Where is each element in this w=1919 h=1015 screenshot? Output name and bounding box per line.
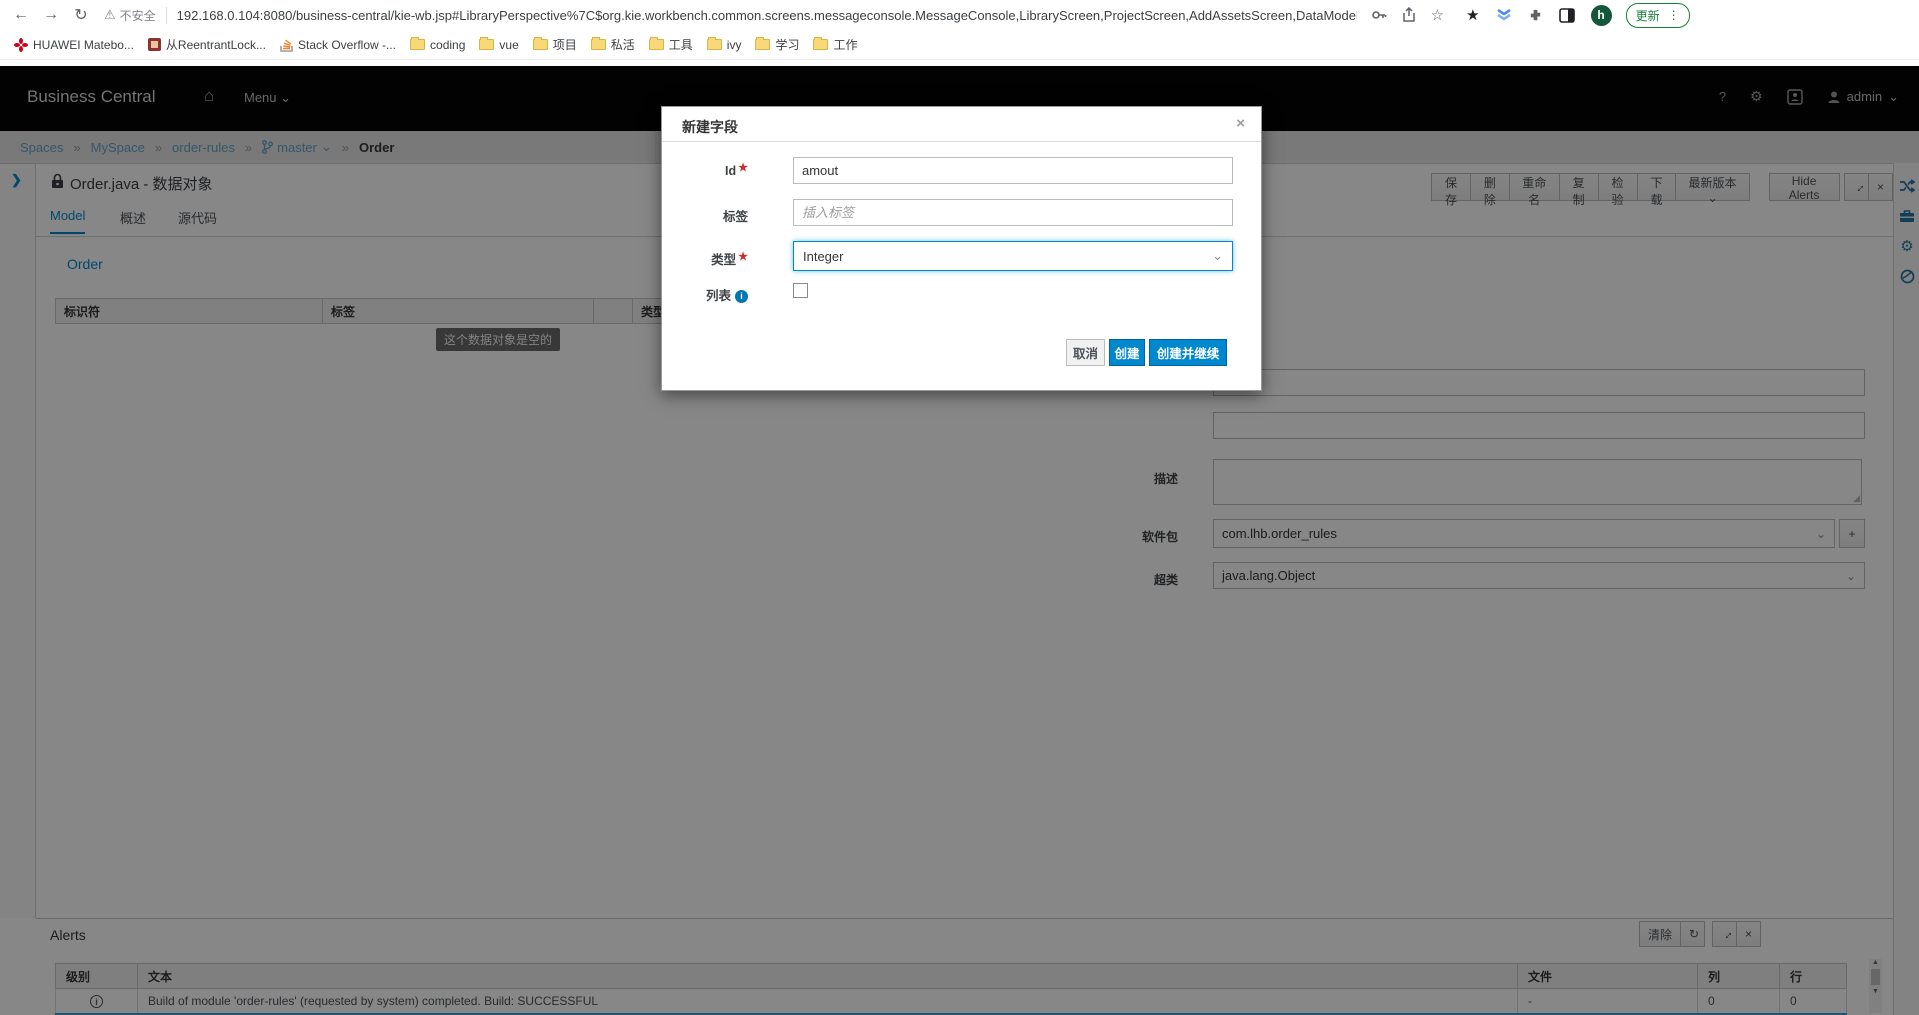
info-icon[interactable]: i: [735, 290, 748, 303]
menu-kebab-icon[interactable]: ⋮: [1668, 8, 1680, 22]
bookmarks-bar: HUAWEI Matebo... 从ReentrantLock... Stack…: [0, 30, 1919, 60]
create-and-continue-button[interactable]: 创建并继续: [1149, 339, 1227, 366]
cancel-button[interactable]: 取消: [1066, 339, 1105, 366]
forward-icon[interactable]: →: [36, 6, 66, 24]
close-icon[interactable]: ×: [1236, 115, 1245, 132]
bookmark-item[interactable]: 工作: [813, 36, 858, 53]
label-label: 标签: [722, 210, 748, 224]
refresh-icon[interactable]: ↻: [66, 5, 96, 25]
bookmark-label: coding: [430, 37, 466, 52]
blue-double-chevron-icon[interactable]: [1496, 8, 1512, 22]
bookmark-item[interactable]: HUAWEI Matebo...: [14, 37, 134, 52]
id-input[interactable]: [793, 157, 1233, 184]
extensions-puzzle-icon[interactable]: [1528, 8, 1543, 23]
stack-overflow-icon: [280, 39, 293, 52]
list-checkbox[interactable]: [793, 283, 808, 298]
create-button[interactable]: 创建: [1109, 339, 1145, 366]
modal-title: 新建字段: [682, 119, 738, 135]
folder-icon: [590, 37, 606, 50]
list-label: 列表 i: [662, 285, 748, 304]
bookmark-item[interactable]: vue: [479, 37, 519, 52]
update-label: 更新: [1635, 8, 1660, 23]
security-label: 不安全: [119, 8, 156, 23]
bookmark-label: 工作: [833, 38, 858, 52]
folder-icon: [479, 37, 495, 50]
folder-icon: [532, 37, 548, 50]
required-star-icon: ★: [738, 251, 748, 263]
required-star-icon: ★: [738, 162, 748, 174]
huawei-flower-icon: [14, 37, 28, 52]
folder-icon: [648, 37, 664, 50]
warning-icon: ⚠: [104, 7, 116, 22]
bookmark-label: vue: [499, 37, 519, 52]
folder-icon: [410, 37, 426, 50]
type-label: 类型 ★: [662, 249, 748, 268]
type-label-text: 类型: [711, 253, 737, 267]
profile-avatar[interactable]: h: [1590, 4, 1612, 26]
side-panel-icon[interactable]: [1558, 7, 1575, 23]
bookmark-item[interactable]: 学习: [755, 36, 799, 53]
browser-toolbar: ← → ↻ ⚠ 不安全 192.168.0.104:8080/business-…: [0, 0, 1919, 30]
modal-header: 新建字段 ×: [662, 107, 1261, 142]
share-icon[interactable]: [1401, 7, 1417, 23]
business-central-app: Business Central ⌂ Menu ⌄ ? ⚙ admin ⌄ Sp…: [0, 66, 1919, 1015]
bookmark-label: Stack Overflow -...: [297, 37, 397, 52]
type-select[interactable]: Integer ⌄: [793, 241, 1233, 271]
url-text[interactable]: 192.168.0.104:8080/business-central/kie-…: [177, 8, 1357, 23]
id-label-text: Id: [725, 164, 737, 178]
red-book-icon: [147, 38, 161, 51]
bookmark-label: 私活: [610, 38, 635, 52]
key-icon[interactable]: [1371, 7, 1387, 23]
bookmark-label: 项目: [552, 38, 577, 52]
list-label-text: 列表: [705, 289, 731, 303]
id-label: Id ★: [662, 162, 748, 178]
bookmark-label: 从ReentrantLock...: [165, 38, 266, 52]
chevron-down-icon: ⌄: [1212, 248, 1223, 263]
bookmark-item[interactable]: coding: [410, 37, 466, 52]
bookmark-star-icon[interactable]: ☆: [1431, 6, 1444, 24]
folder-icon: [755, 37, 771, 50]
bookmark-label: 工具: [668, 38, 693, 52]
bookmark-item[interactable]: 私活: [590, 36, 635, 53]
bookmark-item[interactable]: Stack Overflow -...: [280, 38, 396, 52]
bookmark-item[interactable]: 从ReentrantLock...: [147, 36, 266, 53]
security-chip[interactable]: ⚠ 不安全: [104, 6, 167, 24]
type-value: Integer: [803, 248, 844, 264]
bookmark-label: HUAWEI Matebo...: [33, 37, 134, 52]
screen: ← → ↻ ⚠ 不安全 192.168.0.104:8080/business-…: [0, 0, 1919, 1015]
bookmark-item[interactable]: 工具: [648, 36, 693, 53]
back-icon[interactable]: ←: [6, 6, 36, 24]
folder-icon: [813, 37, 829, 50]
bookmark-label: ivy: [726, 37, 742, 52]
folder-icon: [706, 37, 722, 50]
label-input[interactable]: [793, 199, 1233, 226]
star-extension-icon[interactable]: ★: [1466, 6, 1479, 24]
update-button[interactable]: 更新 ⋮: [1625, 2, 1690, 28]
bookmark-item[interactable]: 项目: [532, 36, 577, 53]
bookmark-item[interactable]: ivy: [706, 37, 742, 52]
browser-chrome: ← → ↻ ⚠ 不安全 192.168.0.104:8080/business-…: [0, 0, 1919, 66]
bookmark-label: 学习: [775, 38, 800, 52]
new-field-modal: 新建字段 × Id★ 标签 类型★ Integer ⌄ 列表i 取消 创建 创建…: [661, 106, 1262, 391]
